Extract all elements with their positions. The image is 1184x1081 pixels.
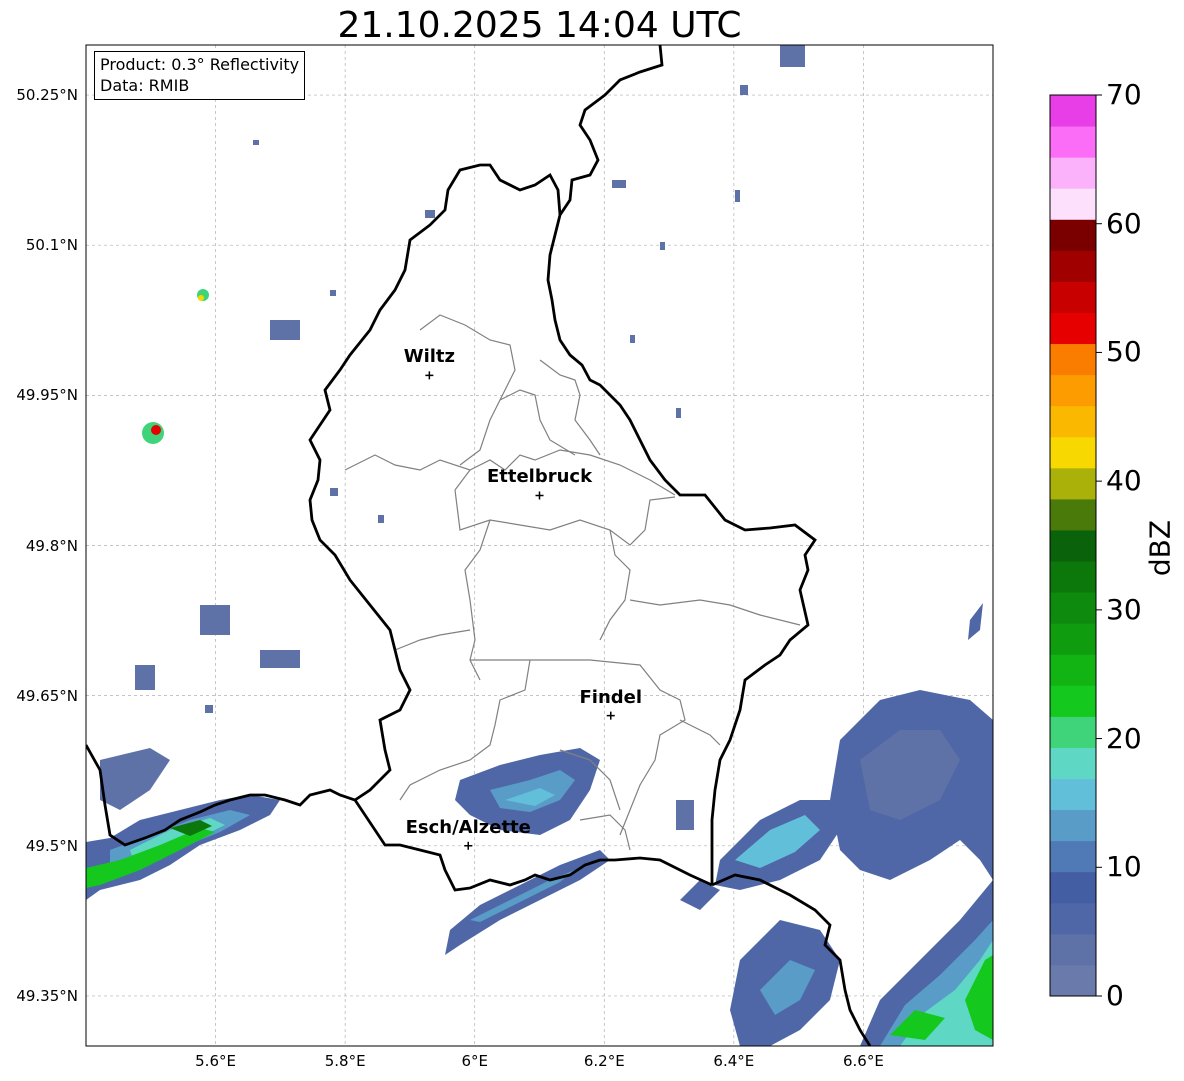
- colorbar-segment: [1050, 436, 1096, 469]
- lat-label: 50.1°N: [25, 236, 78, 255]
- colorbar-segment: [1050, 343, 1096, 376]
- city-label: Esch/Alzette: [405, 816, 531, 838]
- colorbar-segment: [1050, 312, 1096, 345]
- colorbar-segment: [1050, 623, 1096, 655]
- colorbar-segment: [1050, 219, 1096, 251]
- colorbar-segment: [1050, 592, 1096, 624]
- colorbar-segment: [1050, 281, 1096, 313]
- colorbar-tick-label: 10: [1106, 850, 1142, 884]
- colorbar-segment: [1050, 188, 1096, 220]
- colorbar-tick-label: 30: [1106, 592, 1142, 626]
- colorbar-segment: [1050, 467, 1096, 500]
- colorbar-segment: [1050, 157, 1096, 189]
- colorbar-segment: [1050, 871, 1096, 904]
- lon-label: 5.8°E: [324, 1052, 366, 1070]
- colorbar-segment: [1050, 685, 1096, 717]
- city-marker: [464, 841, 473, 850]
- colorbar: [1050, 94, 1102, 997]
- product-info-box: Product: 0.3° Reflectivity Data: RMIB: [94, 51, 306, 100]
- city-label: Wiltz: [403, 346, 455, 368]
- lon-label: 6.6°E: [843, 1052, 884, 1070]
- colorbar-tick-label: 20: [1106, 721, 1142, 755]
- lat-label: 49.8°N: [25, 536, 78, 555]
- colorbar-tick-label: 50: [1106, 335, 1142, 369]
- colorbar-segment: [1050, 95, 1096, 127]
- colorbar-tick-label: 0: [1106, 979, 1124, 1012]
- echo-cluster-south: [445, 748, 610, 955]
- lat-label: 49.5°N: [25, 836, 78, 855]
- radar-site-echo: [142, 289, 209, 444]
- city-marker: [535, 491, 544, 500]
- colorbar-segment: [1050, 561, 1096, 593]
- radar-map: [85, 44, 1102, 1047]
- lon-label: 6°E: [461, 1052, 488, 1070]
- colorbar-segment: [1050, 840, 1096, 873]
- colorbar-segment: [1050, 809, 1096, 842]
- colorbar-segment: [1050, 126, 1096, 158]
- colorbar-segment: [1050, 654, 1096, 686]
- colorbar-segment: [1050, 933, 1096, 966]
- colorbar-segment: [1050, 902, 1096, 935]
- colorbar-segment: [1050, 498, 1096, 531]
- colorbar-tick-label: 60: [1106, 206, 1142, 240]
- lon-label: 6.4°E: [713, 1052, 755, 1070]
- product-text: Product: 0.3° Reflectivity: [100, 55, 300, 74]
- colorbar-tick-label: 70: [1106, 78, 1142, 111]
- lat-label: 49.65°N: [16, 686, 78, 705]
- colorbar-segment: [1050, 716, 1096, 748]
- colorbar-tick-label: 40: [1106, 464, 1142, 498]
- colorbar-label: dBZ: [1143, 519, 1177, 577]
- lat-label: 49.95°N: [16, 386, 78, 405]
- echo-cluster-southeast: [680, 603, 993, 1046]
- colorbar-segment: [1050, 405, 1096, 438]
- data-source-text: Data: RMIB: [100, 76, 190, 95]
- colorbar-segment: [1050, 778, 1096, 811]
- colorbar-segment: [1050, 747, 1096, 780]
- city-label: Ettelbruck: [486, 466, 593, 488]
- city-marker: [425, 371, 434, 380]
- city-label: Findel: [579, 686, 643, 708]
- lon-label: 6.2°E: [583, 1052, 625, 1070]
- colorbar-segment: [1050, 529, 1096, 562]
- echo-cluster-southwest: [86, 748, 280, 900]
- lat-label: 50.25°N: [16, 86, 78, 105]
- lat-label: 49.35°N: [16, 986, 78, 1005]
- colorbar-segment: [1050, 964, 1096, 997]
- city-marker: [606, 711, 615, 720]
- colorbar-segment: [1050, 374, 1096, 407]
- echo-speckles: [135, 45, 805, 830]
- colorbar-segment: [1050, 250, 1096, 282]
- lon-label: 5.6°E: [195, 1052, 236, 1070]
